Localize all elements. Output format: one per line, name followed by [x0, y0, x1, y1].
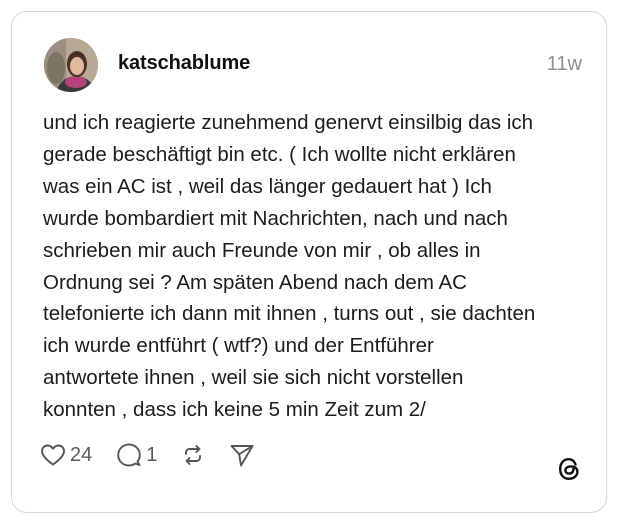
post-text: und ich reagierte zunehmend genervt eins… [43, 107, 591, 426]
post-text-line: antwortete ihnen , weil sie sich nicht v… [43, 366, 464, 390]
like-count: 24 [70, 443, 93, 466]
post-text-line: und ich reagierte zunehmend genervt eins… [43, 111, 534, 134]
threads-logo-icon[interactable] [556, 456, 582, 482]
post-text-line: was ein AC ist , weil das länger gedauer… [43, 174, 492, 198]
avatar[interactable] [44, 38, 98, 92]
username[interactable]: katschablume [118, 52, 250, 75]
post-card: katschablume 11w und ich reagierte zuneh… [11, 11, 607, 513]
post-text-line: konnten , dass ich keine 5 min Zeit zum … [43, 398, 426, 422]
post-text-line: Ordnung sei ? Am späten Abend nach dem A… [43, 270, 467, 294]
repost-button[interactable] [181, 443, 205, 467]
post-timestamp[interactable]: 11w [547, 53, 582, 76]
post-text-line: schrieben mir auch Freunde von mir , ob … [43, 238, 481, 262]
post-text-line: wurde bombardiert mit Nachrichten, nach … [43, 206, 508, 230]
comment-count: 1 [146, 443, 158, 466]
repost-icon [181, 443, 205, 467]
like-button[interactable]: 24 [40, 443, 92, 467]
heart-icon [40, 443, 66, 467]
post-text-line: gerade beschäftigt bin etc. ( Ich wollte… [43, 142, 516, 166]
post-text-line: telefonierte ich dann mit ihnen , turns … [43, 302, 536, 326]
share-button[interactable] [229, 442, 255, 468]
post-text-line: ich wurde entführt ( wtf?) und der Entfü… [43, 334, 434, 358]
comment-button[interactable]: 1 [116, 442, 157, 468]
action-bar: 24 1 [40, 440, 255, 470]
send-icon [229, 442, 255, 468]
avatar-image [44, 38, 98, 92]
comment-bubble-icon [116, 442, 142, 468]
